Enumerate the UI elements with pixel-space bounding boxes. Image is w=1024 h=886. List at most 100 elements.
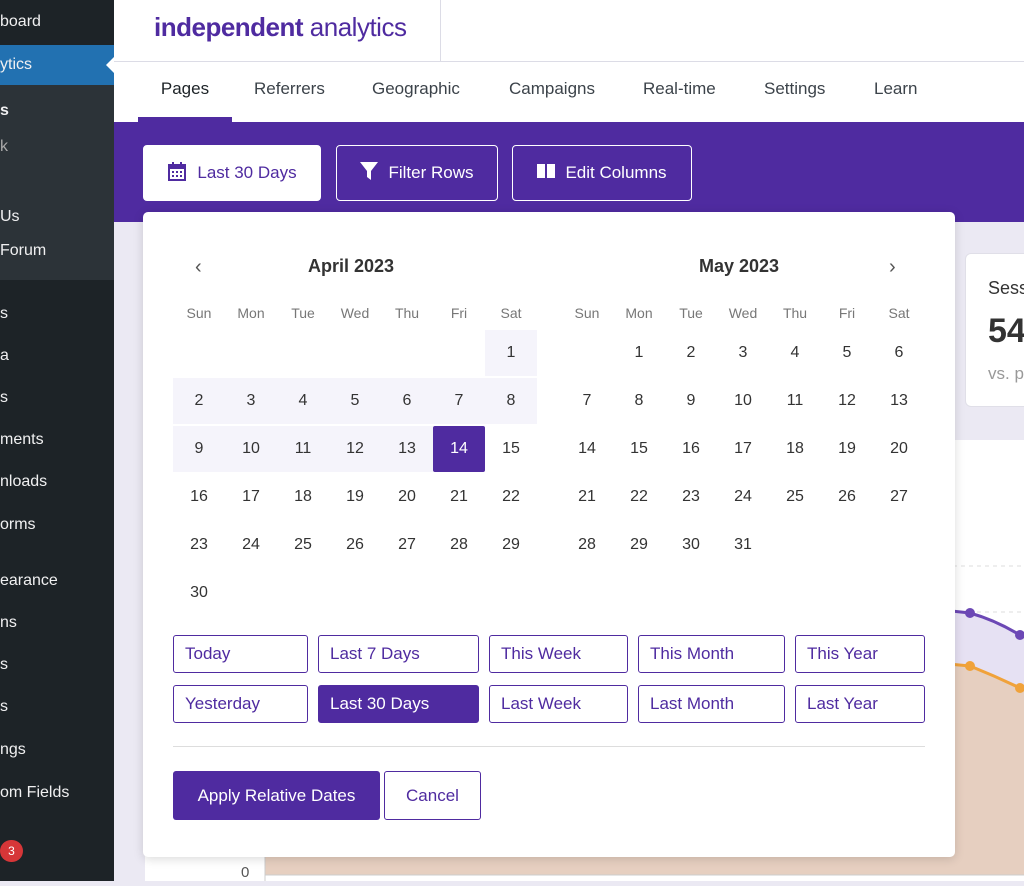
calendar-day[interactable]: 6 xyxy=(873,330,925,376)
calendar-day[interactable]: 18 xyxy=(769,426,821,472)
calendar-day[interactable]: 13 xyxy=(381,426,433,472)
cancel-button[interactable]: Cancel xyxy=(384,771,481,820)
calendar-day[interactable]: 27 xyxy=(873,474,925,520)
calendar-day[interactable]: 6 xyxy=(381,378,433,424)
calendar-day[interactable]: 30 xyxy=(665,522,717,568)
sidebar-item[interactable]: k xyxy=(0,138,8,156)
calendar-day[interactable]: 28 xyxy=(561,522,613,568)
calendar-day[interactable]: 8 xyxy=(485,378,537,424)
calendar-day[interactable]: 3 xyxy=(717,330,769,376)
tab-real-time[interactable]: Real-time xyxy=(643,62,716,122)
calendar-day[interactable]: 10 xyxy=(717,378,769,424)
calendar-day[interactable]: 14 xyxy=(561,426,613,472)
calendar-day[interactable]: 16 xyxy=(173,474,225,520)
calendar-day[interactable]: 15 xyxy=(485,426,537,472)
calendar-day[interactable]: 12 xyxy=(329,426,381,472)
calendar-day[interactable]: 8 xyxy=(613,378,665,424)
calendar-day[interactable]: 26 xyxy=(821,474,873,520)
calendar-day[interactable]: 19 xyxy=(329,474,381,520)
calendar-day[interactable]: 16 xyxy=(665,426,717,472)
calendar-day[interactable]: 17 xyxy=(225,474,277,520)
sidebar-item[interactable]: s xyxy=(0,102,9,120)
tab-learn[interactable]: Learn xyxy=(874,62,917,122)
calendar-day[interactable]: 25 xyxy=(277,522,329,568)
calendar-day[interactable]: 9 xyxy=(665,378,717,424)
filter-rows-button[interactable]: Filter Rows xyxy=(336,145,498,201)
calendar-day[interactable]: 20 xyxy=(381,474,433,520)
sidebar-item[interactable]: nloads xyxy=(0,473,47,491)
calendar-day[interactable]: 29 xyxy=(485,522,537,568)
calendar-day[interactable]: 11 xyxy=(277,426,329,472)
logo[interactable]: independent analytics xyxy=(154,12,407,43)
sidebar-item[interactable]: earance xyxy=(0,572,58,590)
calendar-day[interactable]: 15 xyxy=(613,426,665,472)
tab-settings[interactable]: Settings xyxy=(764,62,825,122)
tab-referrers[interactable]: Referrers xyxy=(254,62,325,122)
calendar-day[interactable]: 25 xyxy=(769,474,821,520)
sidebar-item[interactable]: ngs xyxy=(0,741,26,759)
sidebar-item[interactable]: a xyxy=(0,347,9,365)
calendar-day[interactable]: 26 xyxy=(329,522,381,568)
calendar-day[interactable]: 21 xyxy=(433,474,485,520)
calendar-day[interactable]: 2 xyxy=(173,378,225,424)
sidebar-item[interactable]: om Fields xyxy=(0,784,69,802)
calendar-day[interactable]: 18 xyxy=(277,474,329,520)
sidebar-item[interactable]: Forum xyxy=(0,242,46,260)
preset-this-week[interactable]: This Week xyxy=(489,635,628,673)
calendar-day[interactable]: 7 xyxy=(561,378,613,424)
calendar-day[interactable]: 5 xyxy=(329,378,381,424)
sidebar-item[interactable]: ments xyxy=(0,431,44,449)
calendar-day[interactable]: 29 xyxy=(613,522,665,568)
calendar-day[interactable]: 3 xyxy=(225,378,277,424)
preset-last-30-days[interactable]: Last 30 Days xyxy=(318,685,479,723)
next-month-icon[interactable]: › xyxy=(889,256,896,279)
calendar-day[interactable]: 27 xyxy=(381,522,433,568)
calendar-day[interactable]: 22 xyxy=(613,474,665,520)
calendar-day[interactable]: 31 xyxy=(717,522,769,568)
sidebar-item[interactable]: Us xyxy=(0,208,20,226)
calendar-day[interactable]: 2 xyxy=(665,330,717,376)
sidebar-item[interactable]: s xyxy=(0,698,8,716)
calendar-day[interactable]: 23 xyxy=(173,522,225,568)
sidebar-item[interactable]: board xyxy=(0,13,41,31)
preset-this-month[interactable]: This Month xyxy=(638,635,785,673)
preset-today[interactable]: Today xyxy=(173,635,308,673)
calendar-day[interactable]: 28 xyxy=(433,522,485,568)
sidebar-item[interactable]: ytics xyxy=(0,56,32,74)
calendar-day[interactable]: 7 xyxy=(433,378,485,424)
calendar-day[interactable]: 4 xyxy=(769,330,821,376)
edit-columns-button[interactable]: Edit Columns xyxy=(512,145,692,201)
preset-last-week[interactable]: Last Week xyxy=(489,685,628,723)
apply-relative-dates-button[interactable]: Apply Relative Dates xyxy=(173,771,380,820)
preset-yesterday[interactable]: Yesterday xyxy=(173,685,308,723)
calendar-day[interactable]: 20 xyxy=(873,426,925,472)
preset-last-month[interactable]: Last Month xyxy=(638,685,785,723)
sidebar-item[interactable]: s xyxy=(0,656,8,674)
calendar-day[interactable]: 23 xyxy=(665,474,717,520)
prev-month-icon[interactable]: ‹ xyxy=(195,256,202,279)
calendar-day[interactable]: 5 xyxy=(821,330,873,376)
calendar-day[interactable]: 12 xyxy=(821,378,873,424)
calendar-day[interactable]: 1 xyxy=(613,330,665,376)
calendar-day[interactable]: 11 xyxy=(769,378,821,424)
tab-pages[interactable]: Pages xyxy=(138,62,232,122)
calendar-day[interactable]: 21 xyxy=(561,474,613,520)
tab-campaigns[interactable]: Campaigns xyxy=(509,62,595,122)
calendar-day[interactable]: 22 xyxy=(485,474,537,520)
calendar-day[interactable]: 24 xyxy=(717,474,769,520)
date-range-button[interactable]: Last 30 Days xyxy=(143,145,321,201)
preset-last-7-days[interactable]: Last 7 Days xyxy=(318,635,479,673)
calendar-day[interactable]: 19 xyxy=(821,426,873,472)
calendar-day[interactable]: 17 xyxy=(717,426,769,472)
calendar-day[interactable]: 14 xyxy=(433,426,485,472)
tab-geographic[interactable]: Geographic xyxy=(372,62,460,122)
preset-this-year[interactable]: This Year xyxy=(795,635,925,673)
sidebar-item[interactable]: ns xyxy=(0,614,17,632)
calendar-day[interactable]: 1 xyxy=(485,330,537,376)
calendar-day[interactable]: 30 xyxy=(173,570,225,616)
calendar-day[interactable]: 10 xyxy=(225,426,277,472)
sidebar-item[interactable]: s xyxy=(0,305,8,323)
calendar-day[interactable]: 9 xyxy=(173,426,225,472)
calendar-day[interactable]: 13 xyxy=(873,378,925,424)
sidebar-item[interactable]: s xyxy=(0,389,8,407)
